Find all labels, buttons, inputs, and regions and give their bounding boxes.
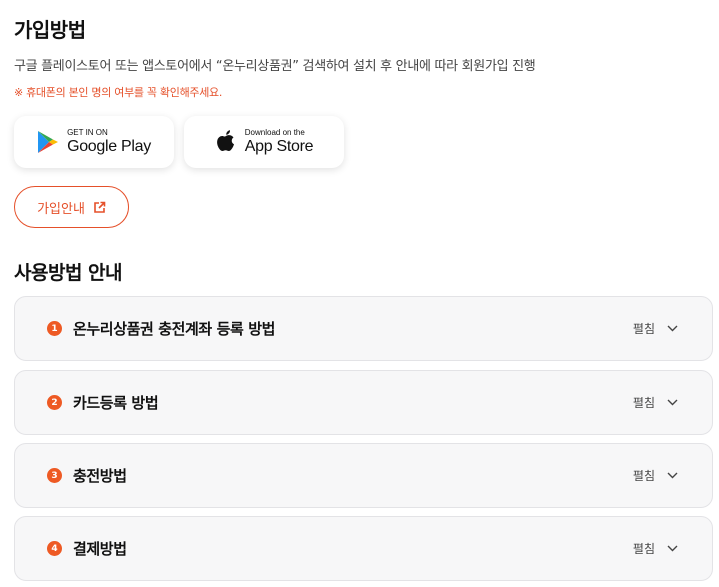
signup-description: 구글 플레이스토어 또는 앱스토어에서 “온누리상품권” 검색하여 설치 후 안… bbox=[14, 59, 536, 74]
step-number-badge: 1 bbox=[47, 321, 62, 336]
expand-toggle-label: 펼침 bbox=[632, 469, 655, 483]
google-play-button[interactable]: GET IN ON Google Play bbox=[14, 116, 174, 168]
expand-toggle-label: 펼침 bbox=[632, 322, 655, 336]
external-link-icon bbox=[94, 201, 106, 213]
google-play-small-label: GET IN ON bbox=[67, 128, 108, 137]
app-store-small-label: Download on the bbox=[244, 128, 305, 137]
chevron-down-icon bbox=[667, 399, 678, 406]
step-number-badge: 2 bbox=[47, 395, 62, 410]
accordion-item-label: 카드등록 방법 bbox=[73, 394, 159, 412]
accordion-item-3[interactable]: 3 충전방법 펼침 bbox=[14, 443, 713, 508]
usage-title: 사용방법 안내 bbox=[14, 262, 123, 284]
step-number-badge: 3 bbox=[47, 468, 62, 483]
join-guide-button[interactable]: 가입안내 bbox=[14, 186, 129, 228]
google-play-logo-icon bbox=[38, 131, 59, 153]
expand-toggle[interactable]: 펼침 bbox=[633, 540, 678, 557]
step-number-badge: 4 bbox=[47, 541, 62, 556]
signup-notice: ※ 휴대폰의 본인 명의 여부를 꼭 확인해주세요. bbox=[14, 86, 223, 99]
chevron-down-icon bbox=[667, 325, 678, 332]
accordion-item-label: 온누리상품권 충전계좌 등록 방법 bbox=[73, 320, 276, 338]
signup-title: 가입방법 bbox=[14, 18, 86, 42]
join-guide-label: 가입안내 bbox=[37, 201, 85, 217]
accordion-item-4[interactable]: 4 결제방법 펼침 bbox=[14, 516, 713, 581]
chevron-down-icon bbox=[667, 545, 678, 552]
expand-toggle-label: 펼침 bbox=[632, 396, 655, 410]
app-store-text: Download on the App Store bbox=[244, 128, 314, 155]
app-store-button[interactable]: Download on the App Store bbox=[184, 116, 344, 168]
expand-toggle[interactable]: 펼침 bbox=[633, 320, 678, 337]
apple-logo-icon bbox=[216, 130, 234, 151]
google-play-big-label: Google Play bbox=[67, 138, 151, 155]
accordion-item-label: 결제방법 bbox=[73, 540, 127, 558]
accordion-item-2[interactable]: 2 카드등록 방법 펼침 bbox=[14, 370, 713, 435]
chevron-down-icon bbox=[667, 472, 678, 479]
accordion-item-1[interactable]: 1 온누리상품권 충전계좌 등록 방법 펼침 bbox=[14, 296, 713, 361]
accordion-item-label: 충전방법 bbox=[73, 467, 127, 485]
expand-toggle[interactable]: 펼침 bbox=[633, 394, 678, 411]
google-play-text: GET IN ON Google Play bbox=[67, 129, 151, 155]
expand-toggle[interactable]: 펼침 bbox=[633, 467, 678, 484]
app-store-big-label: App Store bbox=[244, 138, 314, 155]
expand-toggle-label: 펼침 bbox=[632, 542, 655, 556]
